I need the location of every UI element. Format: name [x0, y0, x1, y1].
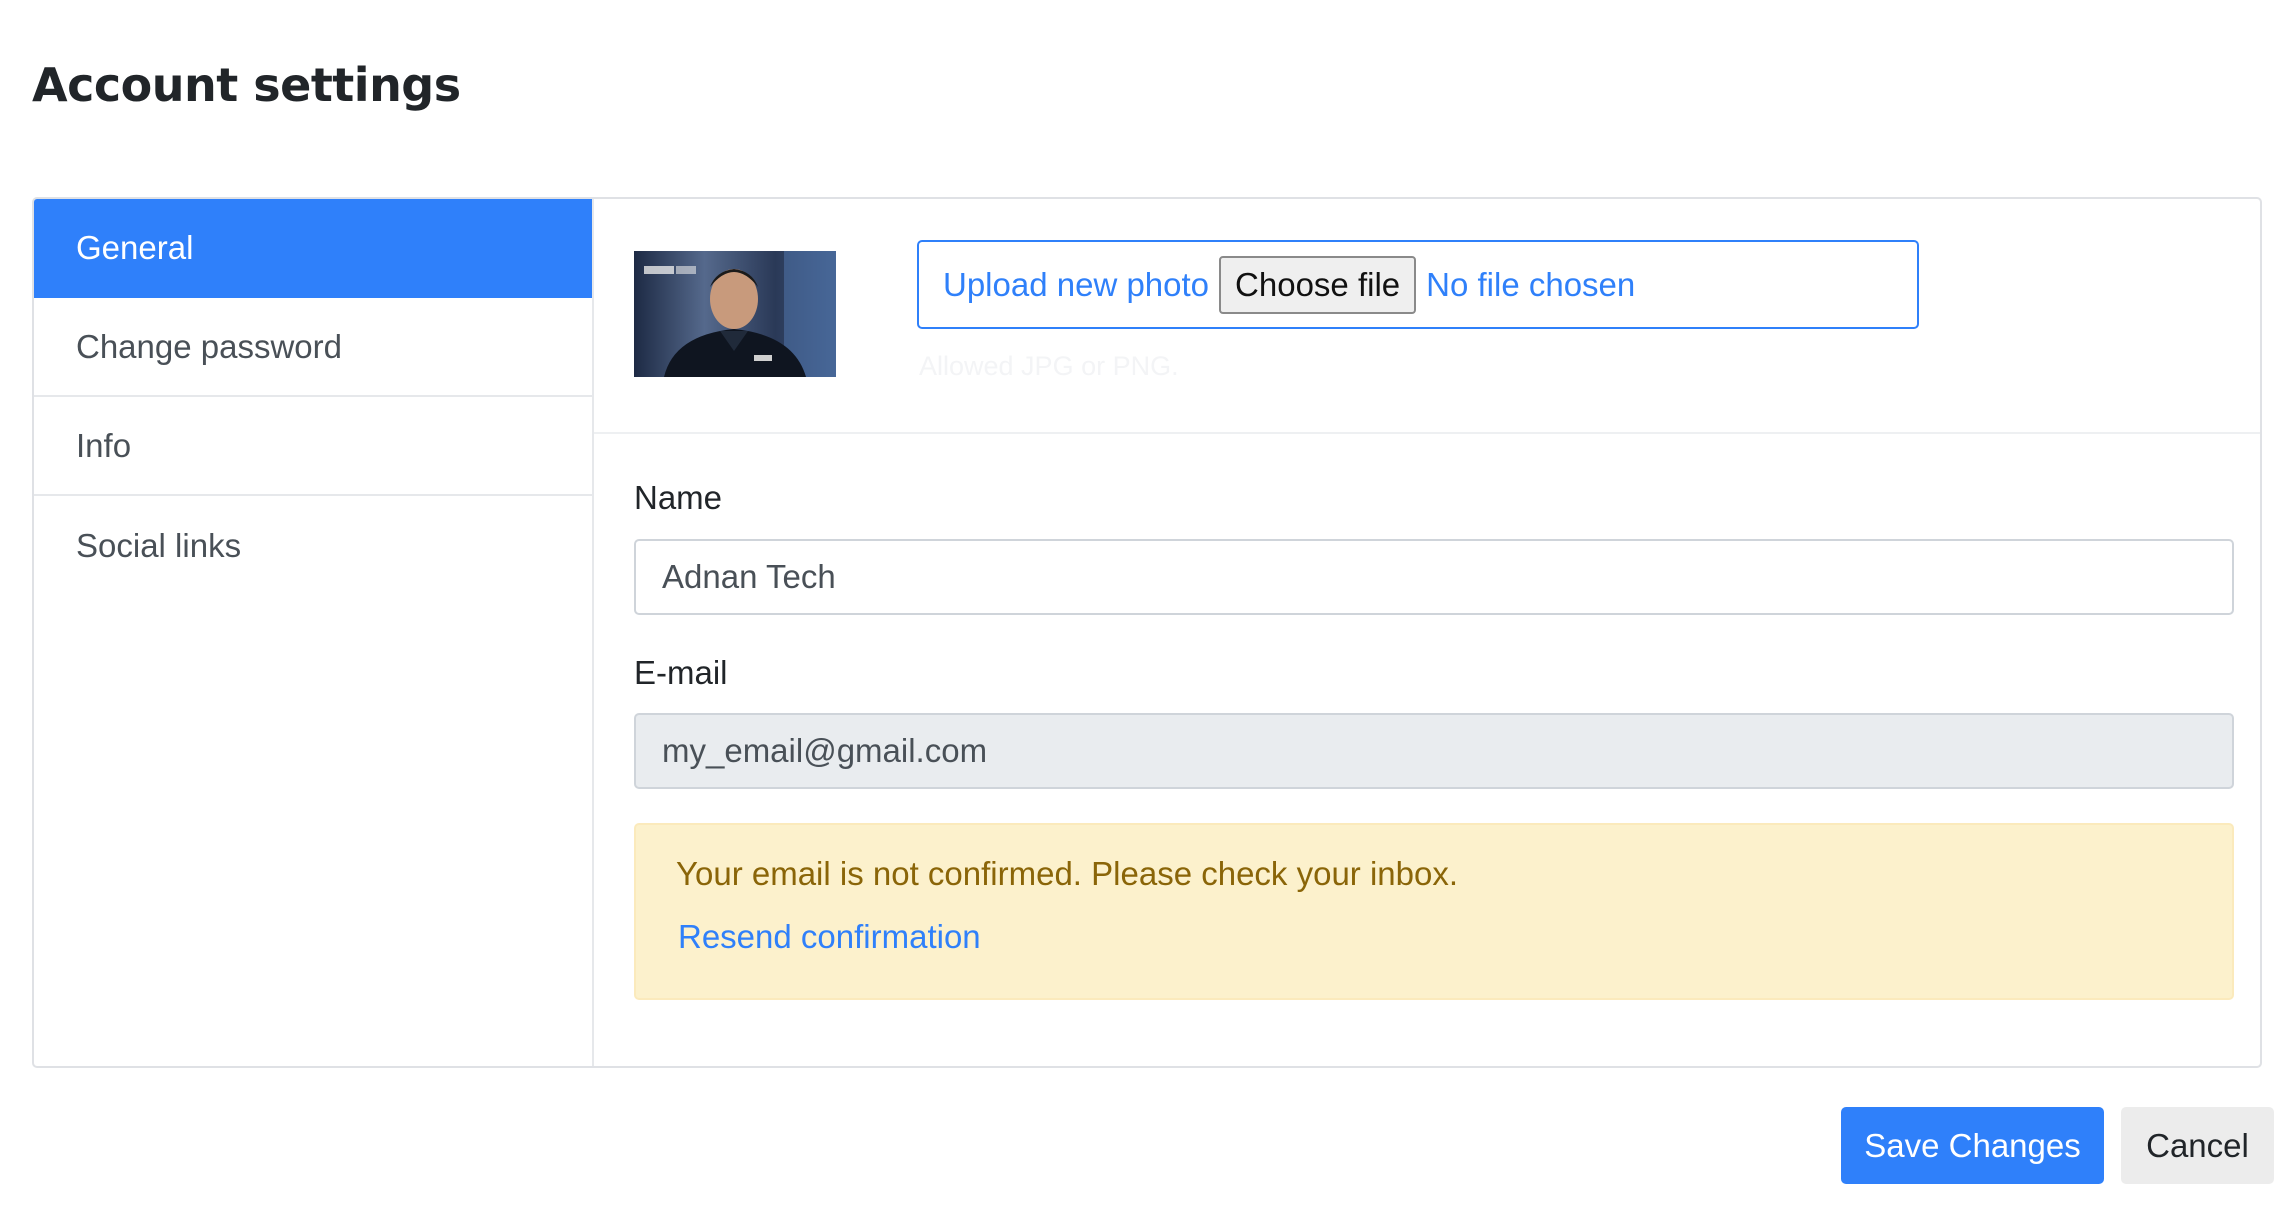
sidebar-item-change-password[interactable]: Change password	[34, 298, 592, 397]
name-input[interactable]	[634, 539, 2234, 615]
choose-file-button[interactable]: Choose file	[1219, 255, 1417, 314]
settings-content: Upload new photo Choose file No file cho…	[592, 199, 2260, 1066]
sidebar-item-general[interactable]: General	[34, 199, 592, 298]
save-changes-button[interactable]: Save Changes	[1841, 1107, 2104, 1184]
settings-card: General Change password Info Social link…	[32, 197, 2262, 1068]
cancel-button[interactable]: Cancel	[2121, 1107, 2274, 1184]
page-title: Account settings	[32, 58, 461, 112]
sidebar-item-social-links[interactable]: Social links	[34, 496, 592, 595]
upload-photo-control[interactable]: Upload new photo Choose file No file cho…	[917, 240, 1919, 329]
name-label: Name	[634, 479, 723, 516]
upload-photo-label[interactable]: Upload new photo	[943, 266, 1209, 304]
email-not-confirmed-alert: Your email is not confirmed. Please chec…	[634, 823, 2234, 1000]
avatar	[634, 251, 836, 377]
file-status-text: No file chosen	[1426, 265, 1636, 303]
email-label: E-mail	[634, 654, 728, 691]
allowed-formats-note: Allowed JPG or PNG.	[919, 351, 1179, 381]
alert-message: Your email is not confirmed. Please chec…	[676, 855, 1459, 892]
resend-confirmation-link[interactable]: Resend confirmation	[678, 918, 981, 956]
email-input[interactable]	[634, 713, 2234, 789]
photo-section: Upload new photo Choose file No file cho…	[594, 199, 2260, 434]
sidebar-item-info[interactable]: Info	[34, 397, 592, 496]
settings-sidebar: General Change password Info Social link…	[34, 199, 592, 1066]
